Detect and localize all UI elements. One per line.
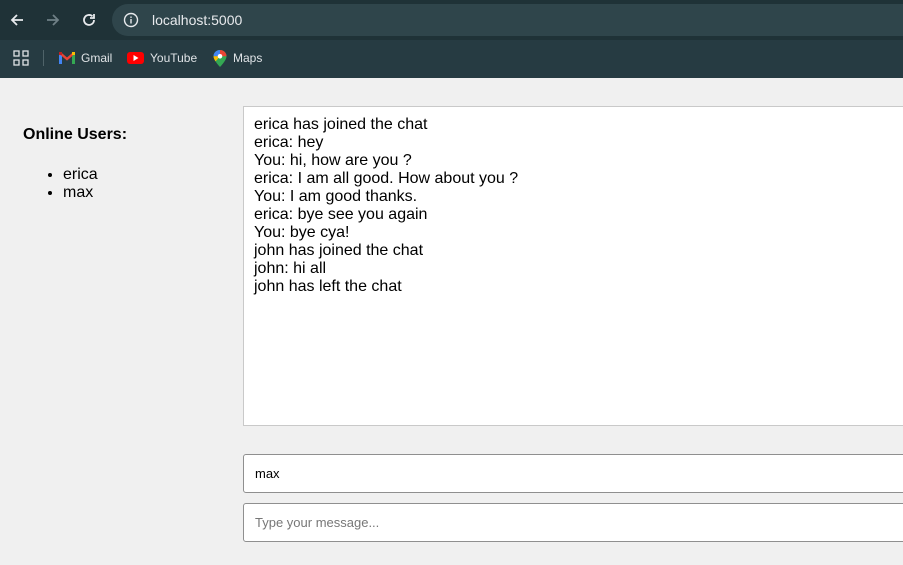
url-text[interactable]: localhost:5000: [152, 12, 242, 28]
online-users-list: erica max: [23, 166, 98, 202]
list-item: erica: [63, 166, 98, 184]
chat-messages-box[interactable]: erica has joined the chat erica: hey You…: [243, 106, 903, 426]
browser-toolbar: localhost:5000: [0, 0, 903, 40]
chat-message: erica: I am all good. How about you ?: [254, 170, 519, 187]
bookmark-maps[interactable]: Maps: [213, 48, 262, 68]
arrow-left-icon: [10, 14, 23, 26]
chat-page: Online Users: erica max erica has joined…: [0, 78, 903, 565]
forward-button[interactable]: [41, 8, 65, 32]
maps-icon: [213, 49, 227, 67]
bookmarks-bar: Gmail YouTube Maps: [0, 40, 903, 78]
browser-chrome: localhost:5000 Gmail YouTube Maps: [0, 0, 903, 78]
chat-message: erica has joined the chat: [254, 116, 428, 133]
youtube-icon: [127, 52, 144, 64]
bookmark-label: Gmail: [81, 51, 113, 65]
chat-message: john: hi all: [254, 260, 327, 277]
bookmark-youtube[interactable]: YouTube: [127, 48, 197, 68]
reload-icon: [83, 14, 95, 26]
arrow-right-icon: [47, 14, 60, 26]
chat-message: You: I am good thanks.: [254, 188, 418, 205]
reload-button[interactable]: [77, 8, 101, 32]
bookmark-gmail[interactable]: Gmail: [59, 48, 112, 68]
chat-message: erica: bye see you again: [254, 206, 428, 223]
chat-message: john has joined the chat: [254, 242, 424, 259]
bookmark-label: Maps: [233, 51, 263, 65]
address-bar[interactable]: localhost:5000: [112, 4, 903, 36]
chat-message: john has left the chat: [254, 278, 402, 295]
bookmark-label: YouTube: [150, 51, 198, 65]
bookmarks-separator: [43, 50, 44, 66]
message-input[interactable]: [243, 503, 903, 542]
info-icon[interactable]: [123, 12, 139, 28]
chat-message: You: hi, how are you ?: [254, 152, 412, 169]
chat-message: erica: hey: [254, 134, 324, 151]
list-item: max: [63, 184, 98, 202]
online-users-heading: Online Users:: [23, 126, 128, 143]
apps-grid-icon[interactable]: [13, 50, 29, 66]
gmail-icon: [59, 52, 75, 64]
back-button[interactable]: [5, 8, 29, 32]
username-input[interactable]: [243, 454, 903, 493]
chat-message: You: bye cya!: [254, 224, 350, 241]
